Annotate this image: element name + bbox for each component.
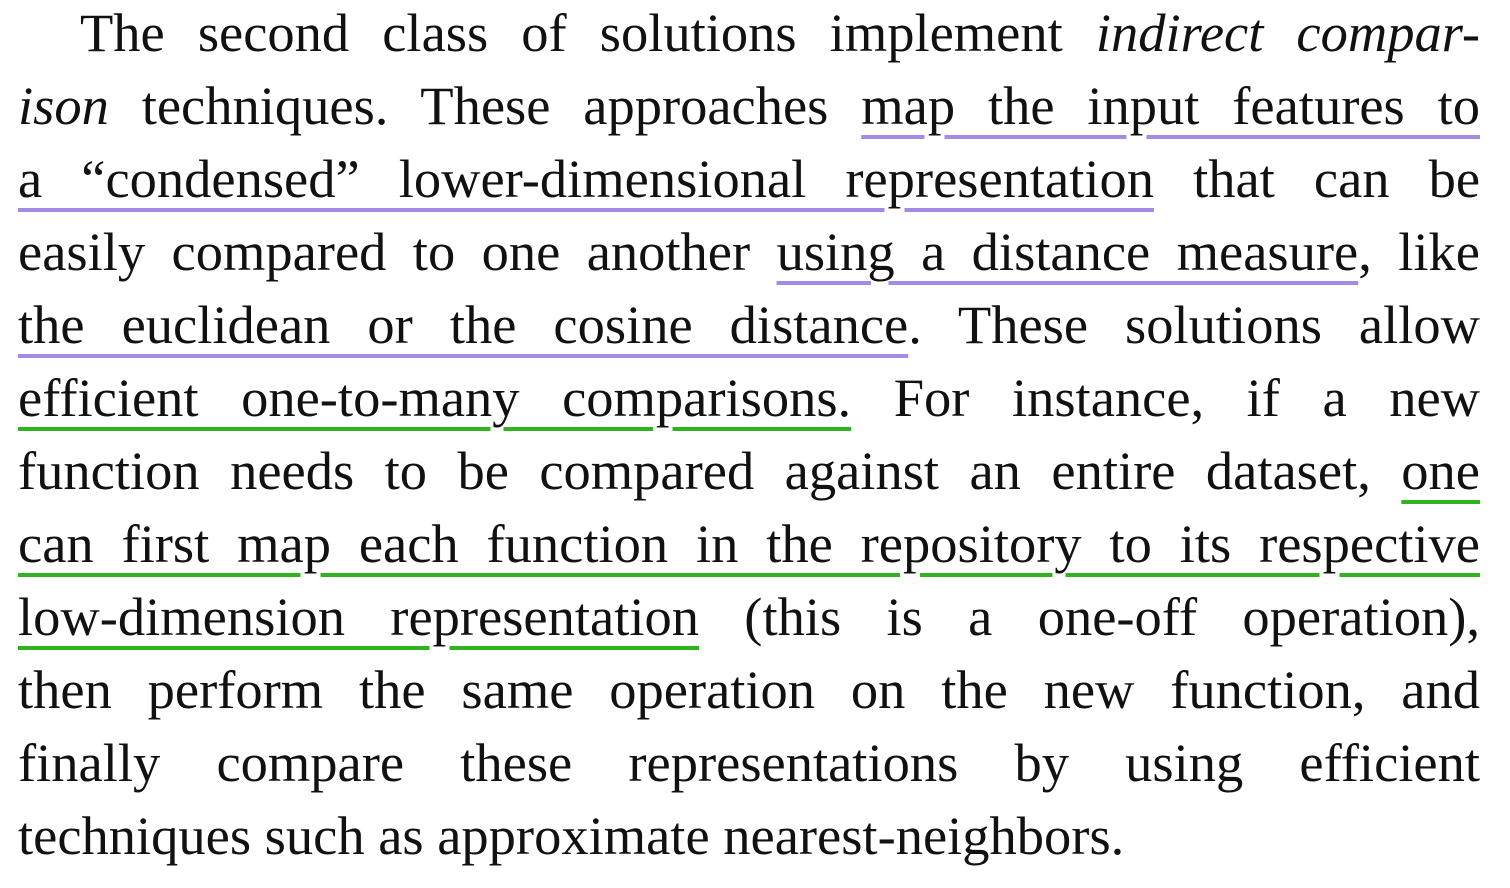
text-span: easily compared to one another [18, 221, 777, 282]
purple-highlight: the euclidean or the cosine distance [18, 294, 909, 355]
text-line-10: then perform the same operation on the n… [18, 659, 1480, 721]
green-highlight: can first map each function in the repos… [18, 513, 1480, 574]
text-span: (this is a one-off operation), [698, 586, 1480, 647]
purple-highlight: a “condensed” lower-dimensional represen… [18, 148, 1155, 209]
text-span: . These solutions allow [908, 294, 1480, 355]
text-line-11: finally compare these representations by… [18, 732, 1480, 794]
italic-term: ison [18, 75, 109, 136]
purple-highlight: using a distance measure [776, 221, 1359, 282]
purple-highlight: map the input features to [861, 75, 1480, 136]
text-line-12: techniques such as approximate nearest-n… [18, 805, 1480, 867]
text-span: For instance, if a new [851, 367, 1480, 428]
text-line-8: can first map each function in the repos… [18, 513, 1480, 575]
text-span: techniques such as approximate nearest-n… [18, 805, 1125, 866]
paper-excerpt: The second class of solutions implement … [0, 0, 1510, 888]
text-span: , like [1358, 221, 1480, 282]
green-highlight: low-dimension representation [18, 586, 699, 647]
italic-term: indirect compar- [1095, 2, 1481, 63]
text-line-4: easily compared to one another using a d… [18, 221, 1480, 283]
text-line-5: the euclidean or the cosine distance. Th… [18, 294, 1480, 356]
text-line-1: The second class of solutions implement … [18, 2, 1480, 64]
text-span: techniques. These approaches [108, 75, 862, 136]
text-line-2: ison techniques. These approaches map th… [18, 75, 1480, 137]
green-highlight: efficient one-to-many comparisons. [18, 367, 852, 428]
text-line-7: function needs to be compared against an… [18, 440, 1480, 502]
text-line-3: a “condensed” lower-dimensional represen… [18, 148, 1480, 210]
text-span: then perform the same operation on the n… [18, 659, 1480, 720]
text-span: The second class of solutions implement [80, 2, 1096, 63]
green-highlight: one [1401, 440, 1480, 501]
text-span: that can be [1154, 148, 1481, 209]
text-line-9: low-dimension representation (this is a … [18, 586, 1480, 648]
text-span: function needs to be compared against an… [18, 440, 1402, 501]
text-span: finally compare these representations by… [18, 732, 1480, 793]
text-line-6: efficient one-to-many comparisons. For i… [18, 367, 1480, 429]
